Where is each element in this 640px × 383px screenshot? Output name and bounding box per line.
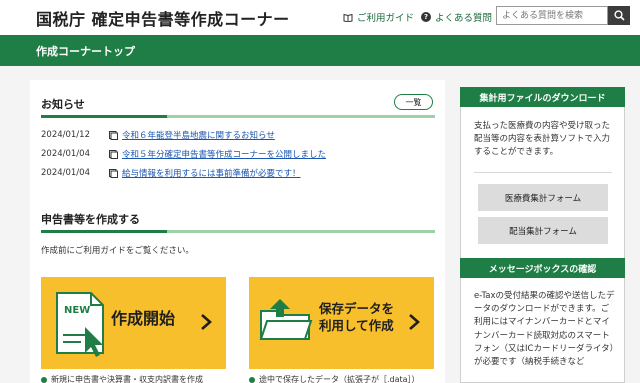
search-button[interactable] <box>608 6 630 25</box>
sidebar-divider <box>474 172 612 173</box>
bullet-dot <box>249 376 255 383</box>
saved-data-label: 保存データを 利用して作成 <box>319 301 394 335</box>
news-item: 2024/01/04 給与情報を利用するには事前準備が必要です！ <box>41 167 301 179</box>
faq-search-input[interactable] <box>496 6 608 25</box>
create-intro-text: 作成前にご利用ガイドをご覧ください。 <box>41 246 194 256</box>
new-document-icon <box>56 292 104 357</box>
news-item: 2024/01/12 令和６年能登半島地震に関するお知らせ <box>41 129 275 141</box>
news-link[interactable]: 給与情報を利用するには事前準備が必要です！ <box>122 167 301 179</box>
bullet-dot <box>41 376 47 383</box>
document-icon <box>109 130 118 140</box>
saved-data-note: 途中で保存したデータ（拡張子が［.data］） <box>249 374 420 383</box>
create-title-underline <box>41 230 435 233</box>
navbar: 作成コーナートップ <box>0 35 640 66</box>
download-description: 支払った医療費の内容や受け取った配当等の内容を表計算ソフトで入力することができま… <box>474 121 611 158</box>
news-title-underline <box>41 115 435 118</box>
news-list-button[interactable]: 一覧 <box>394 94 433 110</box>
nav-title: 作成コーナートップ <box>36 45 135 58</box>
folder-upload-icon <box>259 299 313 340</box>
guide-link[interactable]: ご利用ガイド <box>343 10 414 24</box>
main-content: お知らせ 一覧 2024/01/12 令和６年能登半島地震に関するお知らせ 20… <box>30 80 445 383</box>
chevron-right-icon <box>409 314 420 330</box>
faq-link[interactable]: ? よくある質問 <box>421 10 492 24</box>
start-creation-label: 作成開始 <box>111 309 176 328</box>
new-badge: NEW <box>64 305 91 316</box>
news-item: 2024/01/04 令和５年分確定申告書等作成コーナーを公開しました <box>41 148 326 160</box>
search-icon <box>613 10 625 21</box>
messagebox-description: e-Taxの受付結果の確認や送信したデータのダウンロードができます。ご利用にはマ… <box>474 291 615 367</box>
download-section-title: 集計用ファイルのダウンロード <box>460 87 625 107</box>
start-creation-note-text: 新規に申告書や決算書・収支内訳書を作成 <box>51 375 203 383</box>
start-creation-card[interactable]: NEW 作成開始 <box>41 277 226 369</box>
faq-link-label: よくある質問 <box>435 13 493 24</box>
question-icon: ? <box>421 12 431 22</box>
news-link[interactable]: 令和５年分確定申告書等作成コーナーを公開しました <box>122 148 326 160</box>
start-creation-note: 新規に申告書や決算書・収支内訳書を作成 <box>41 374 203 383</box>
guide-link-label: ご利用ガイド <box>357 13 415 24</box>
dividend-form-button[interactable]: 配当集計フォーム <box>478 217 608 244</box>
site-title: 国税庁 確定申告書等作成コーナー <box>36 10 290 29</box>
sidebar: 集計用ファイルのダウンロード 支払った医療費の内容や受け取った配当等の内容を表計… <box>460 87 625 383</box>
saved-data-note-text: 途中で保存したデータ（拡張子が［.data］） <box>259 375 420 383</box>
messagebox-section-title: メッセージボックスの確認 <box>460 258 625 278</box>
document-icon <box>109 168 118 178</box>
create-section-title: 申告書等を作成する <box>41 213 140 226</box>
book-icon <box>343 13 353 22</box>
saved-data-label-line2: 利用して作成 <box>319 317 394 333</box>
news-date: 2024/01/04 <box>41 168 90 178</box>
news-date: 2024/01/04 <box>41 149 90 159</box>
document-icon <box>109 149 118 159</box>
page: 国税庁 確定申告書等作成コーナー ご利用ガイド ? よくある質問 作成コーナート… <box>0 0 640 383</box>
news-link[interactable]: 令和６年能登半島地震に関するお知らせ <box>122 129 275 141</box>
news-title: お知らせ <box>41 98 85 111</box>
news-date: 2024/01/12 <box>41 130 90 140</box>
medical-expense-form-button[interactable]: 医療費集計フォーム <box>478 184 608 211</box>
chevron-right-icon <box>201 314 212 330</box>
saved-data-label-line1: 保存データを <box>319 301 395 316</box>
site-header: 国税庁 確定申告書等作成コーナー ご利用ガイド ? よくある質問 <box>0 0 640 35</box>
saved-data-card[interactable]: 保存データを 利用して作成 <box>249 277 434 369</box>
